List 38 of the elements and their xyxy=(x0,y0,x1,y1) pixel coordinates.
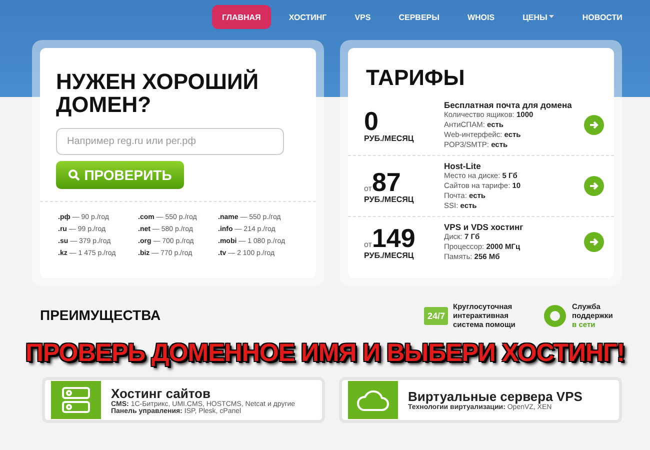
caret-icon xyxy=(549,15,554,19)
go-button[interactable] xyxy=(584,115,604,135)
price-prefix: от xyxy=(364,184,372,192)
tariffs-heading: ТАРИФЫ xyxy=(365,66,466,92)
plan-price: 0 xyxy=(364,108,378,134)
service-title: Хостинг сайтов xyxy=(111,386,212,400)
go-button[interactable] xyxy=(584,232,604,252)
cloud-icon xyxy=(356,388,390,412)
domain-heading: НУЖЕН ХОРОШИЙ ДОМЕН? xyxy=(56,70,260,116)
plan-name: VPS и VDS хостинг xyxy=(444,222,524,232)
domain-input[interactable]: Например reg.ru или рег.рф xyxy=(56,128,284,155)
service-title: Виртуальные сервера VPS xyxy=(408,389,582,404)
search-icon xyxy=(68,169,80,181)
24-7-badge: 24/7 xyxy=(424,306,448,324)
arrow-icon xyxy=(588,236,600,248)
server-icon xyxy=(61,386,91,414)
arrow-icon xyxy=(588,119,600,131)
price-prefix: от xyxy=(364,240,372,248)
lifebuoy-icon xyxy=(543,304,567,328)
overlay-headline: ПРОВЕРЬ ДОМЕННОЕ ИМЯ И ВЫБЕРИ ХОСТИНГ! xyxy=(24,338,626,368)
price-unit: РУБ./МЕСЯЦ xyxy=(364,250,415,260)
plan-price: 149 xyxy=(372,224,416,250)
nav-link[interactable]: ХОСТИНГ xyxy=(278,5,337,29)
advantages-heading: ПРЕИМУЩЕСТВА xyxy=(40,306,161,325)
price-unit: РУБ./МЕСЯЦ xyxy=(364,194,415,204)
check-button[interactable]: ПРОВЕРИТЬ xyxy=(56,161,184,189)
nav-link[interactable]: VPS xyxy=(344,5,381,29)
nav-link[interactable]: WHOIS xyxy=(457,5,505,29)
nav-link[interactable]: НОВОСТИ xyxy=(572,5,632,29)
plan-name: Бесплатная почта для домена xyxy=(444,100,573,110)
price-unit: РУБ./МЕСЯЦ xyxy=(364,134,415,142)
arrow-icon xyxy=(588,180,600,192)
go-button[interactable] xyxy=(584,176,604,196)
nav-link[interactable]: ГЛАВНАЯ xyxy=(212,5,271,29)
nav-link[interactable]: СЕРВЕРЫ xyxy=(388,5,450,29)
plan-name: Host-Lite xyxy=(444,161,482,171)
nav-link[interactable]: ЦЕНЫ xyxy=(512,5,564,29)
plan-price: 87 xyxy=(372,168,401,194)
